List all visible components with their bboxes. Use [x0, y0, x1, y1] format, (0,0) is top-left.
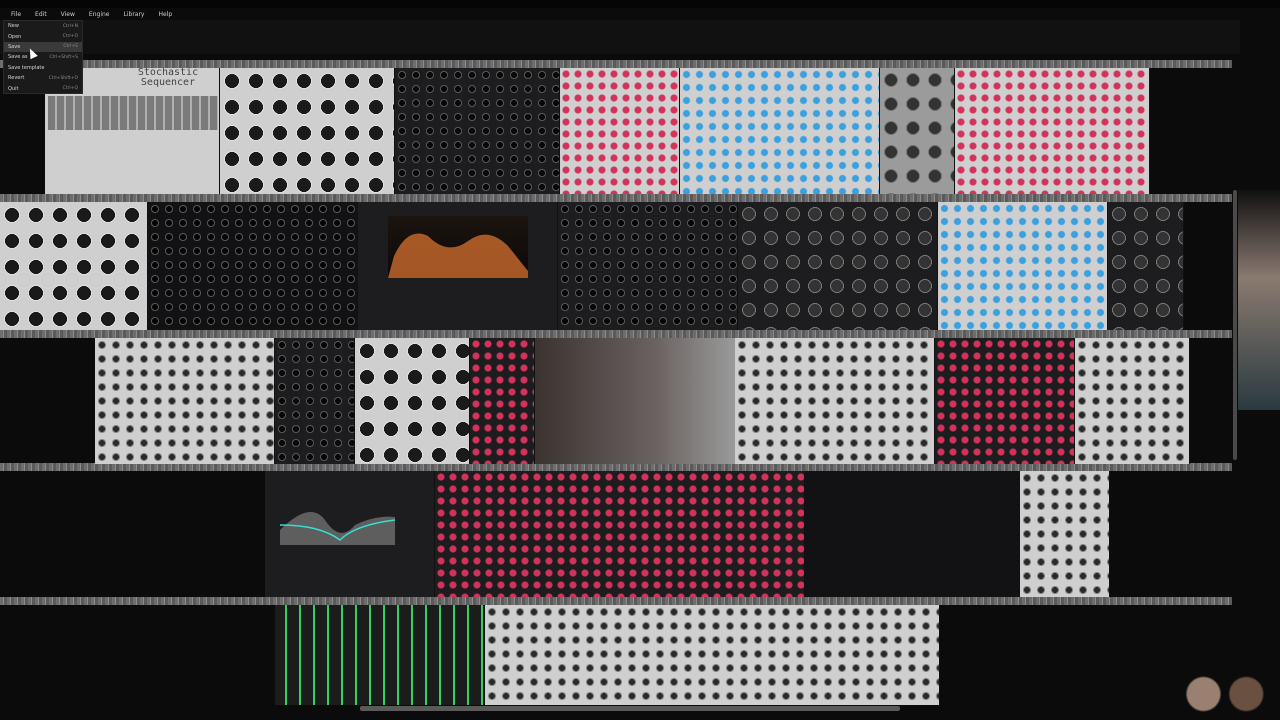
file-menu-save-as[interactable]: Save as Ctrl+Shift+S — [4, 52, 82, 62]
sequencer-step-bars — [48, 96, 218, 130]
rack-rail — [0, 597, 1232, 605]
mixer-module[interactable] — [680, 68, 880, 194]
dark-module[interactable] — [395, 68, 560, 194]
quantizer-module[interactable] — [938, 202, 1108, 330]
toolbar — [0, 20, 1240, 54]
cv-midi-modules[interactable] — [485, 605, 940, 705]
spectrum-scope — [388, 216, 528, 278]
file-menu-revert[interactable]: Revert Ctrl+Shift+O — [4, 73, 82, 83]
envelope-module[interactable] — [0, 202, 148, 330]
window-top-strip — [0, 0, 1280, 8]
random-module[interactable] — [470, 338, 535, 464]
menu-bar: File Edit View Engine Library Help — [0, 8, 1240, 20]
file-menu-save-template[interactable]: Save template — [4, 63, 82, 73]
mixer-console-module[interactable] — [435, 471, 805, 597]
menu-library[interactable]: Library — [117, 11, 152, 18]
file-menu-open[interactable]: Open Ctrl+O — [4, 31, 82, 41]
rack-rail — [0, 330, 1232, 338]
menu-file[interactable]: File — [4, 11, 28, 18]
vca-module[interactable] — [735, 338, 935, 464]
menu-help[interactable]: Help — [151, 11, 179, 18]
oscillator-module[interactable] — [220, 68, 395, 194]
logic-module[interactable] — [275, 338, 355, 464]
vertical-scrollbar[interactable] — [1233, 190, 1237, 460]
menu-engine[interactable]: Engine — [82, 11, 117, 18]
file-menu-quit[interactable]: Quit Ctrl+Q — [4, 83, 82, 93]
matrix-mixer-module[interactable] — [560, 68, 680, 194]
mixer-console-extension[interactable] — [805, 471, 1020, 597]
pad-module[interactable] — [95, 338, 275, 464]
menu-view[interactable]: View — [54, 11, 82, 18]
keyboard-module[interactable] — [275, 605, 485, 705]
file-menu-save[interactable]: Save Ctrl+S — [4, 41, 82, 53]
menu-edit[interactable]: Edit — [28, 11, 54, 18]
display-module[interactable] — [1075, 338, 1190, 464]
matrix-mixer-module-2[interactable] — [955, 68, 1150, 194]
file-menu-new[interactable]: New Ctrl+N — [4, 21, 82, 31]
horizontal-scrollbar[interactable] — [360, 706, 900, 711]
file-menu-dropdown: New Ctrl+N Open Ctrl+O Save Ctrl+S Save as C… — [3, 20, 83, 94]
rack-rail — [0, 463, 1232, 471]
stochastic-sequencer-title: Stochastic Sequencer — [137, 67, 199, 88]
webcam-overlay — [535, 338, 735, 464]
avatar-figures — [1175, 668, 1270, 720]
utility-module[interactable] — [880, 68, 955, 194]
eq-curve — [280, 512, 395, 545]
output-module[interactable] — [1108, 202, 1184, 330]
matrix-module-dark[interactable] — [935, 338, 1075, 464]
sequencer-dark-module[interactable] — [148, 202, 358, 330]
rack-rail — [0, 194, 1232, 202]
vco-module[interactable] — [355, 338, 470, 464]
webcam-overlay-right — [1238, 190, 1280, 410]
drum-module[interactable] — [558, 202, 738, 330]
output-interface-module[interactable] — [1020, 471, 1110, 597]
filter-module[interactable] — [738, 202, 938, 330]
